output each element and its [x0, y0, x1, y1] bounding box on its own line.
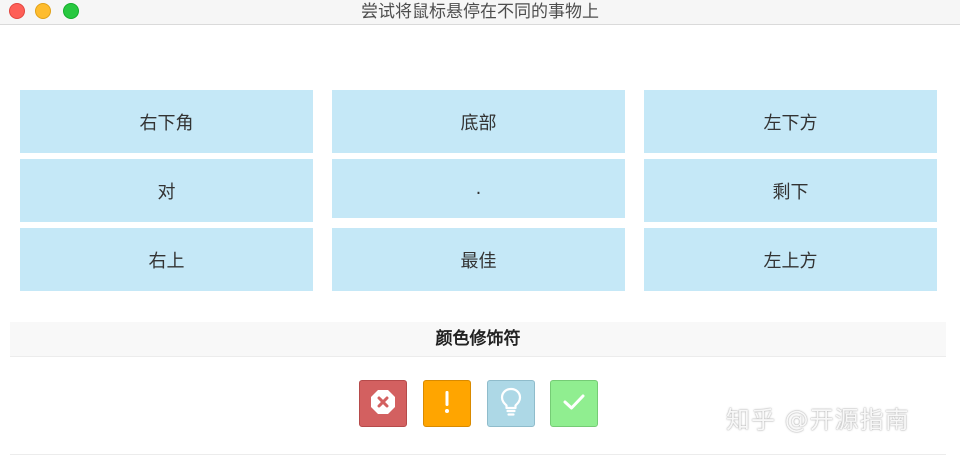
tooltip-tile-bottom[interactable]: 底部	[332, 90, 625, 153]
success-modifier-button[interactable]	[550, 380, 598, 427]
tooltip-tile-bottom-right[interactable]: 右下角	[20, 90, 313, 153]
tooltip-tile-bottom-left[interactable]: 左下方	[644, 90, 937, 153]
window-title: 尝试将鼠标悬停在不同的事物上	[361, 2, 599, 22]
info-modifier-button[interactable]	[487, 380, 535, 427]
exclamation-icon	[442, 389, 452, 419]
section-heading-color-modifiers: 颜色修饰符	[10, 322, 946, 357]
app-window: 尝试将鼠标悬停在不同的事物上 右下角 底部 左下方 对 . 剩下 右上 最佳 左…	[0, 0, 960, 457]
checkmark-icon	[562, 392, 586, 416]
tooltip-tile-center[interactable]: .	[332, 159, 625, 218]
tooltip-tile-top-left[interactable]: 左上方	[644, 228, 937, 291]
error-modifier-button[interactable]	[359, 380, 407, 427]
title-bar: 尝试将鼠标悬停在不同的事物上	[0, 0, 960, 25]
tooltip-tile-left[interactable]: 剩下	[644, 159, 937, 222]
lightbulb-icon	[499, 387, 523, 421]
watermark: 知乎 @开源指南	[726, 406, 910, 434]
divider	[10, 454, 946, 455]
x-octagon-icon	[370, 389, 396, 419]
tooltip-tile-top[interactable]: 最佳	[332, 228, 625, 291]
warning-modifier-button[interactable]	[423, 380, 471, 427]
tooltip-tile-top-right[interactable]: 右上	[20, 228, 313, 291]
tooltip-tile-right[interactable]: 对	[20, 159, 313, 222]
